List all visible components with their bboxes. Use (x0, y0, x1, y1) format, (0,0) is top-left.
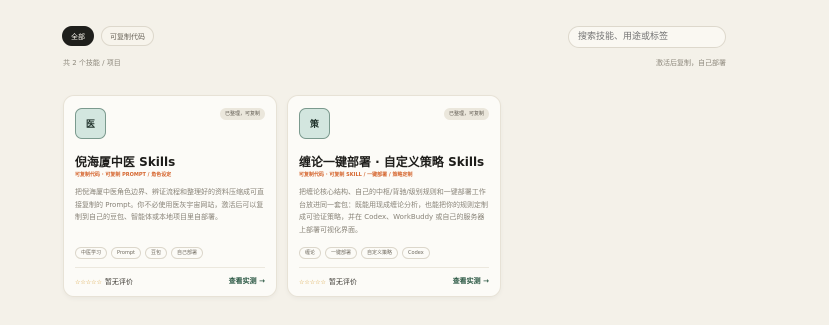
tag-list: 中医学习 Prompt 豆包 自己部署 (75, 247, 203, 259)
status-badge: 已整理，可复制 (443, 108, 489, 120)
filter-chip-all[interactable]: 全部 (62, 26, 94, 46)
tag: 自定义策略 (361, 247, 399, 259)
card-subtitle: 可复制代码 · 可复制 PROMPT / 角色设定 (75, 172, 172, 178)
card-title: 倪海厦中医 Skills (75, 155, 176, 169)
tag: 自己部署 (170, 247, 203, 259)
deploy-hint: 激活后复制，自己部署 (656, 59, 726, 67)
tag: Codex (402, 247, 430, 259)
tag: 中医学习 (75, 247, 108, 259)
skill-card[interactable]: 医 已整理，可复制 倪海厦中医 Skills 可复制代码 · 可复制 PROMP… (63, 95, 277, 297)
card-divider (299, 267, 489, 268)
rating: ☆☆☆☆☆ 暂无评价 (75, 277, 133, 287)
skill-card[interactable]: 策 已整理，可复制 缠论一键部署 · 自定义策略 Skills 可复制代码 · … (287, 95, 501, 297)
card-avatar: 策 (299, 108, 330, 139)
filter-chip-copyable-code[interactable]: 可复制代码 (101, 26, 154, 46)
tag-list: 缠论 一键部署 自定义策略 Codex (299, 247, 430, 259)
filter-bar: 全部 可复制代码 (62, 26, 154, 46)
star-rating-icon: ☆☆☆☆☆ (75, 278, 102, 286)
card-avatar: 医 (75, 108, 106, 139)
tag: 一键部署 (325, 247, 358, 259)
star-rating-icon: ☆☆☆☆☆ (299, 278, 326, 286)
rating-text: 暂无评价 (328, 278, 357, 286)
tag: 豆包 (144, 247, 167, 259)
rating: ☆☆☆☆☆ 暂无评价 (299, 277, 357, 287)
view-test-link[interactable]: 查看实测 → (229, 276, 265, 286)
status-badge: 已整理，可复制 (219, 108, 265, 120)
card-divider (75, 267, 265, 268)
card-subtitle: 可复制代码 · 可复制 SKILL / 一键部署 / 策略定制 (299, 172, 413, 178)
tag: 缠论 (299, 247, 322, 259)
card-title: 缠论一键部署 · 自定义策略 Skills (299, 155, 485, 169)
result-count: 共 2 个技能 / 项目 (63, 59, 121, 67)
tag: Prompt (111, 247, 141, 259)
card-description: 把缠论核心结构、自己的中枢/背驰/级别规则和一键部署工作台放进同一套包：既能用现… (299, 188, 488, 234)
card-description: 把倪海厦中医角色边界、辨证流程和整理好的资料压缩成可直接复制的 Prompt。你… (75, 188, 264, 221)
search-input[interactable] (568, 26, 726, 48)
rating-text: 暂无评价 (104, 278, 133, 286)
view-test-link[interactable]: 查看实测 → (453, 276, 489, 286)
